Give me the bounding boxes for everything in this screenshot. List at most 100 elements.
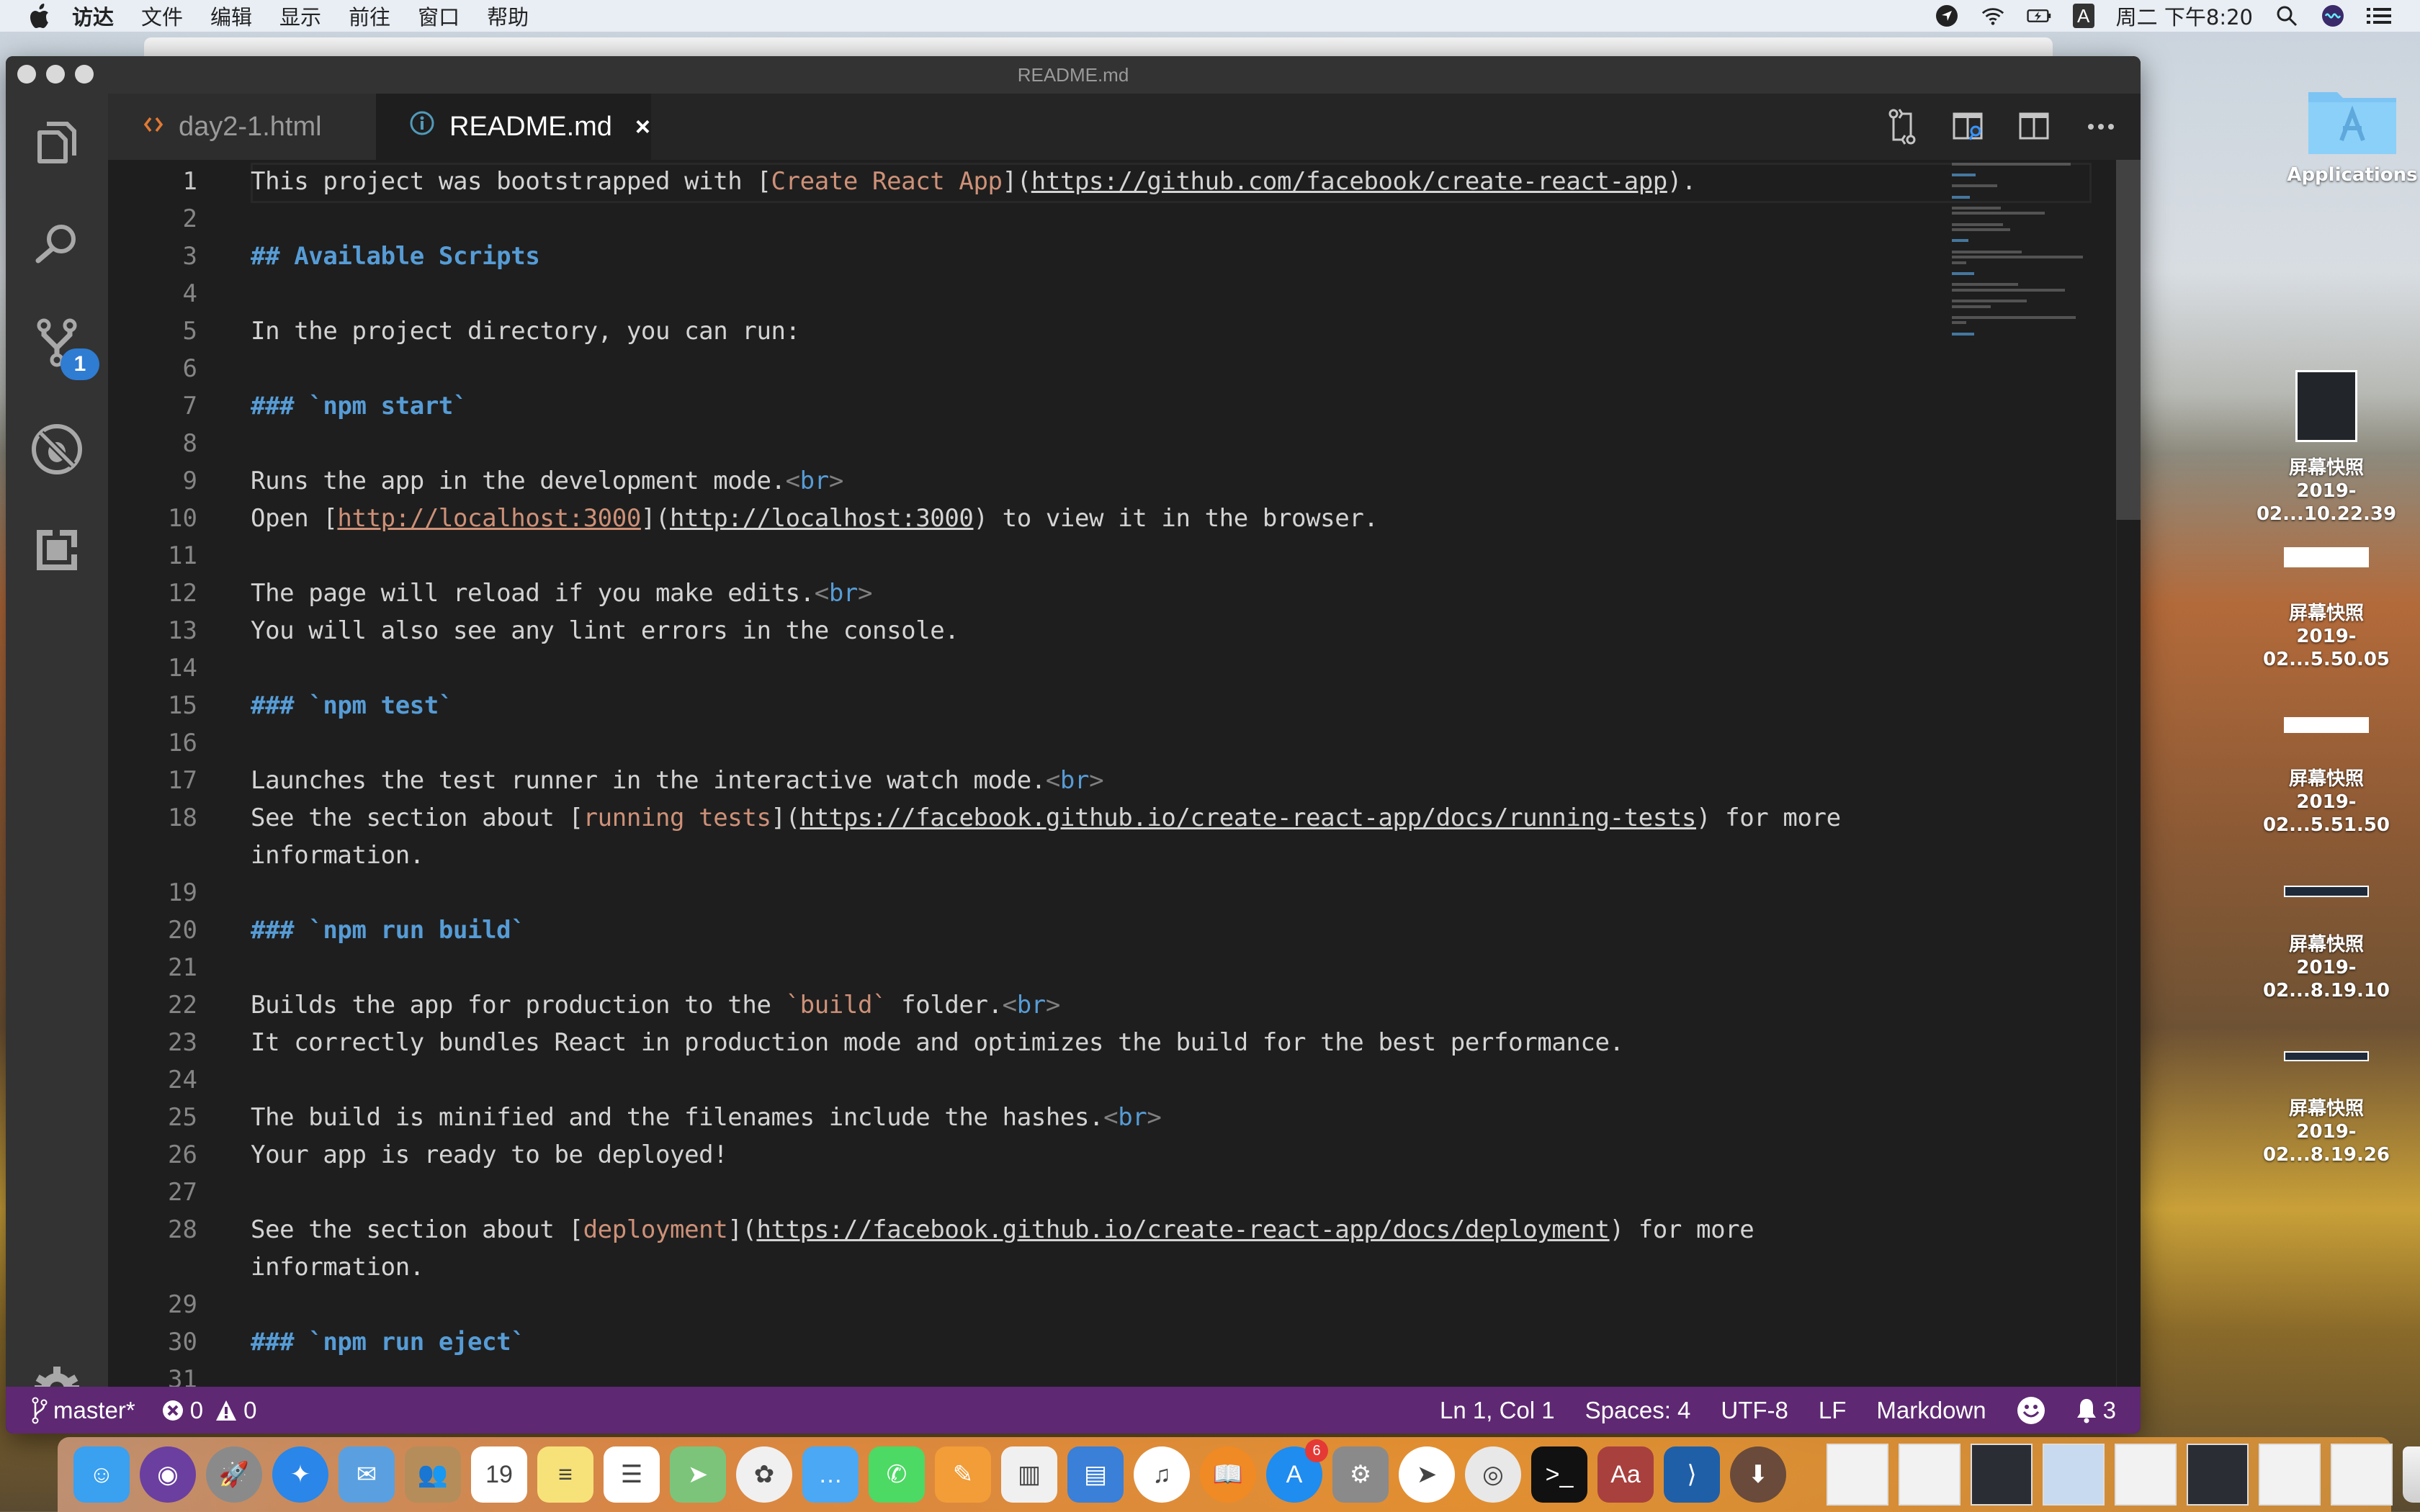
code-line[interactable]: 30 ### `npm run eject` <box>108 1323 1952 1361</box>
code-line[interactable]: 18 See the section about [running tests](… <box>108 799 1952 837</box>
dock-app-macos-installer[interactable]: ⬇ <box>1730 1446 1786 1503</box>
activity-search[interactable] <box>6 202 108 288</box>
dock-app-mail[interactable]: ✉ <box>339 1446 395 1503</box>
battery-charging-icon[interactable] <box>2027 4 2051 28</box>
dock-app-app-store[interactable]: A6 <box>1266 1439 1328 1503</box>
dock-item-docx-file[interactable] <box>1827 1444 1888 1506</box>
link-url[interactable]: https://facebook.github.io/create-react-… <box>756 1215 1610 1244</box>
code-line[interactable]: 13 You will also see any lint errors in t… <box>108 612 1952 649</box>
code-line[interactable]: 3 ## Available Scripts <box>108 238 1952 275</box>
dock-app-safari[interactable]: ✦ <box>272 1446 328 1503</box>
code-line[interactable]: 23 It correctly bundles React in producti… <box>108 1024 1952 1061</box>
code-line[interactable]: 29 <box>108 1286 1952 1323</box>
dock-item-dictionary-window[interactable] <box>1899 1444 1960 1506</box>
code-line[interactable]: 24 <box>108 1061 1952 1099</box>
activity-source-control[interactable]: 1 <box>6 301 108 387</box>
minimize-window-button[interactable] <box>46 65 65 84</box>
scrollbar-thumb[interactable] <box>2116 160 2141 520</box>
dock-app-chrome[interactable]: ◎ <box>1465 1446 1521 1503</box>
open-preview-to-side-button[interactable] <box>1952 107 1985 147</box>
dock-item-spark-window[interactable] <box>2259 1444 2321 1506</box>
minimap[interactable] <box>1952 160 2096 376</box>
dock-app-photos[interactable]: ✿ <box>736 1446 792 1503</box>
code-line[interactable]: 4 <box>108 275 1952 312</box>
dock-app-reminders[interactable]: ☰ <box>604 1446 660 1503</box>
link-url[interactable]: https://github.com/facebook/create-react… <box>1031 167 1667 196</box>
dock-app-calendar[interactable]: 19 <box>471 1446 527 1503</box>
dock-item-chrome-window-react[interactable] <box>2187 1444 2249 1506</box>
indentation-status[interactable]: Spaces: 4 <box>1585 1397 1691 1424</box>
split-editor-button[interactable] <box>2018 107 2051 147</box>
input-method-icon[interactable]: A <box>2072 4 2094 28</box>
link-text[interactable]: http://localhost:3000 <box>337 504 641 533</box>
code-line[interactable]: 25 The build is minified and the filename… <box>108 1099 1952 1136</box>
menu-item-file[interactable]: 文件 <box>141 1 183 31</box>
menu-item-edit[interactable]: 编辑 <box>210 1 252 31</box>
dock-app-system-preferences[interactable]: ⚙ <box>1332 1446 1389 1503</box>
siri-icon[interactable] <box>2321 4 2345 28</box>
code-line[interactable]: 9 Runs the app in the development mode.<b… <box>108 462 1952 500</box>
apple-menu-icon[interactable] <box>29 4 50 28</box>
clock[interactable]: 周二 下午8:20 <box>2116 1 2253 31</box>
dock-item-chrome-window-google[interactable] <box>2043 1444 2105 1506</box>
dock-app-maps[interactable]: ➤ <box>670 1446 726 1503</box>
dock-app-terminal[interactable]: >_ <box>1531 1446 1587 1503</box>
code-line[interactable]: 28 See the section about [deployment](htt… <box>108 1211 1952 1248</box>
dock-item-terminal-window[interactable] <box>1971 1444 2033 1506</box>
dock-app-numbers[interactable]: ▥ <box>1001 1446 1057 1503</box>
zoom-window-button[interactable] <box>75 65 94 84</box>
more-actions-button[interactable] <box>2084 107 2118 147</box>
desktop-icon-screenshot[interactable]: 屏幕快照 2019-02...10.22.39 <box>2240 370 2413 526</box>
link-url[interactable]: https://facebook.github.io/create-react-… <box>800 804 1697 832</box>
vertical-scrollbar[interactable] <box>2116 160 2141 1387</box>
feedback-button[interactable] <box>2017 1396 2045 1425</box>
code-line[interactable]: 16 <box>108 724 1952 762</box>
dock-app-launchpad[interactable]: 🚀 <box>206 1446 262 1503</box>
dock-app-ibooks[interactable]: 📖 <box>1200 1446 1256 1503</box>
desktop-icon-screenshot[interactable]: 屏幕快照 2019-02...8.19.26 <box>2240 1051 2413 1166</box>
dock-app-spark[interactable]: ➤ <box>1399 1446 1455 1503</box>
code-line[interactable]: 22 Builds the app for production to the `… <box>108 986 1952 1024</box>
code-line[interactable]: 10 Open [http://localhost:3000](http://lo… <box>108 500 1952 537</box>
code-line[interactable]: 20 ### `npm run build` <box>108 912 1952 949</box>
dock-app-contacts[interactable]: 👥 <box>405 1446 461 1503</box>
dock-app-keynote[interactable]: ▤ <box>1067 1446 1124 1503</box>
menu-item-finder[interactable]: 访达 <box>72 1 114 31</box>
encoding-status[interactable]: UTF-8 <box>1721 1397 1788 1424</box>
menu-item-help[interactable]: 帮助 <box>487 1 529 31</box>
code-line[interactable]: 31 <box>108 1361 1952 1387</box>
dock-app-notes[interactable]: ≡ <box>537 1446 593 1503</box>
problems-status[interactable]: 0 0 <box>161 1397 256 1424</box>
dock-app-siri[interactable]: ◉ <box>140 1446 196 1503</box>
activity-explorer[interactable] <box>6 99 108 186</box>
menu-item-go[interactable]: 前往 <box>349 1 390 31</box>
code-line[interactable]: information. <box>108 1248 1952 1286</box>
close-tab-button[interactable]: × <box>635 112 650 142</box>
dock-app-itunes[interactable]: ♫ <box>1134 1446 1190 1503</box>
activity-debug[interactable] <box>6 406 108 492</box>
tab-readme-md[interactable]: README.md × <box>376 94 651 160</box>
open-changes-button[interactable] <box>1886 107 1919 147</box>
link-url[interactable]: http://localhost:3000 <box>670 504 974 533</box>
desktop-icon-screenshot[interactable]: 屏幕快照 2019-02...5.51.50 <box>2240 717 2413 837</box>
menu-item-view[interactable]: 显示 <box>279 1 321 31</box>
code-line[interactable]: 21 <box>108 949 1952 986</box>
activity-extensions[interactable] <box>6 507 108 593</box>
menu-item-window[interactable]: 窗口 <box>418 1 460 31</box>
code-line[interactable]: 2 <box>108 200 1952 238</box>
language-mode[interactable]: Markdown <box>1876 1397 1986 1424</box>
dock-item-pages-window[interactable] <box>2331 1444 2393 1506</box>
dock-app-visual-studio-code[interactable]: ⟩ <box>1664 1446 1720 1503</box>
tab-day2-1-html[interactable]: day2-1.html <box>108 94 376 160</box>
eol-status[interactable]: LF <box>1819 1397 1847 1424</box>
git-branch-status[interactable]: master* <box>32 1397 135 1424</box>
code-line[interactable]: 6 <box>108 350 1952 387</box>
code-line[interactable]: information. <box>108 837 1952 874</box>
location-icon[interactable] <box>1935 4 1959 28</box>
notifications-button[interactable]: 3 <box>2076 1397 2116 1424</box>
code-line[interactable]: 14 <box>108 649 1952 687</box>
code-line[interactable]: 11 <box>108 537 1952 575</box>
code-line[interactable]: 1 This project was bootstrapped with [Cre… <box>108 163 2092 203</box>
code-line[interactable]: 7 ### `npm start` <box>108 387 1952 425</box>
code-line[interactable]: 12 The page will reload if you make edits… <box>108 575 1952 612</box>
